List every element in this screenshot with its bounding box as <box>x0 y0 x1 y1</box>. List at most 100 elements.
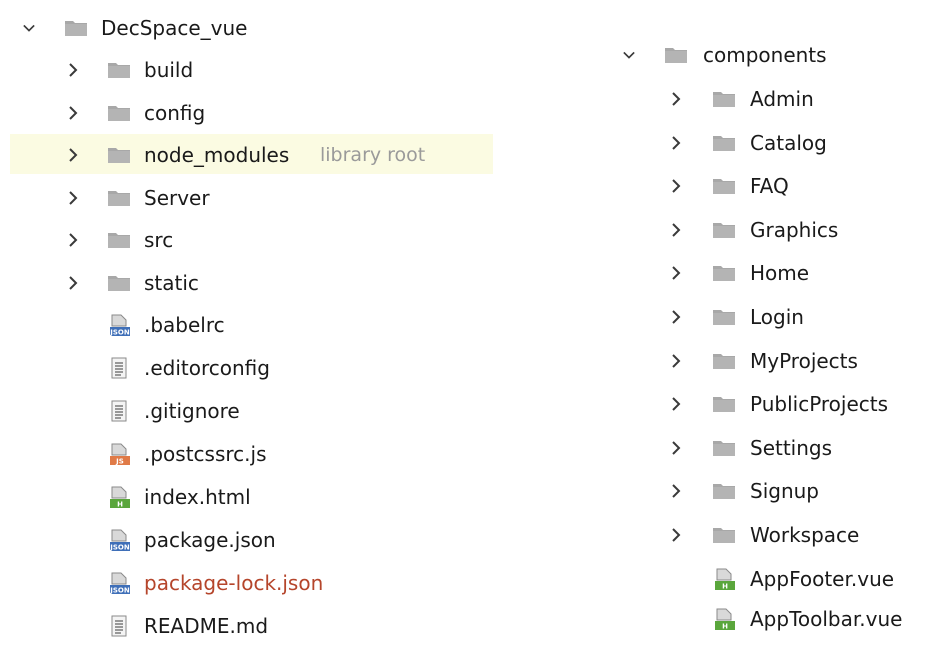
tree-folder-graphics[interactable]: Graphics <box>620 210 939 250</box>
tree-file[interactable]: .editorconfig <box>20 348 500 388</box>
svg-text:H: H <box>722 583 728 591</box>
vue-file-icon: H <box>712 567 736 591</box>
folder-label: Settings <box>750 435 833 460</box>
folder-icon <box>107 143 131 167</box>
chevron-right-icon[interactable] <box>670 397 682 411</box>
tree-folder-publicprojects[interactable]: PublicProjects <box>620 384 939 424</box>
folder-icon <box>107 101 131 125</box>
chevron-right-icon[interactable] <box>67 190 79 205</box>
file-label: package-lock.json <box>144 571 324 595</box>
folder-label: PublicProjects <box>750 392 889 417</box>
tree-file[interactable]: JS .postcssrc.js <box>20 434 500 474</box>
tree-folder-home[interactable]: Home <box>620 253 939 293</box>
tree-folder-server[interactable]: Server <box>20 178 500 218</box>
tree-file[interactable]: JSON .babelrc <box>20 305 500 345</box>
json-file-icon: JSON <box>107 571 131 595</box>
file-label: package.json <box>144 528 276 552</box>
tree-root-components[interactable]: components <box>620 35 939 75</box>
tree-folder-settings[interactable]: Settings <box>620 428 939 468</box>
chevron-right-icon[interactable] <box>670 484 682 499</box>
tree-file[interactable]: H index.html <box>20 477 500 517</box>
folder-icon <box>107 58 131 82</box>
chevron-right-icon[interactable] <box>67 148 79 162</box>
chevron-right-icon[interactable] <box>67 105 79 120</box>
folder-label: Server <box>144 185 210 210</box>
folder-label: static <box>144 270 199 295</box>
folder-icon <box>712 261 736 285</box>
chevron-right-icon[interactable] <box>670 135 682 150</box>
folder-label: node_modules <box>144 143 290 167</box>
root-folder-label: DecSpace_vue <box>101 16 248 40</box>
chevron-right-icon[interactable] <box>670 310 682 324</box>
tree-file[interactable]: H AppToolbar.vue <box>620 599 939 639</box>
chevron-down-icon[interactable] <box>623 49 635 61</box>
folder-icon <box>712 436 736 460</box>
svg-text:JSON: JSON <box>109 329 130 337</box>
folder-label: Graphics <box>750 217 839 242</box>
tree-folder-faq[interactable]: FAQ <box>620 166 939 206</box>
tree-folder-build[interactable]: build <box>20 50 500 90</box>
folder-icon <box>712 523 736 547</box>
tree-file[interactable]: .gitignore <box>20 391 500 431</box>
folder-label: Admin <box>750 87 814 111</box>
tree-folder-src[interactable]: src <box>20 220 500 260</box>
text-file-icon <box>107 356 131 380</box>
text-file-icon <box>107 399 131 423</box>
chevron-right-icon[interactable] <box>670 92 682 106</box>
tree-root-decspace[interactable]: DecSpace_vue <box>20 8 500 48</box>
folder-label: src <box>144 228 174 252</box>
chevron-right-icon[interactable] <box>67 233 79 247</box>
html-file-icon: H <box>107 485 131 509</box>
tree-file[interactable]: README.md <box>20 606 500 646</box>
tree-folder-static[interactable]: static <box>20 263 500 303</box>
vue-file-icon: H <box>712 607 736 631</box>
chevron-right-icon[interactable] <box>67 63 79 77</box>
tree-folder-workspace[interactable]: Workspace <box>620 515 939 555</box>
tree-folder-myprojects[interactable]: MyProjects <box>620 341 939 381</box>
folder-icon <box>712 174 736 198</box>
folder-label: Catalog <box>750 130 827 155</box>
folder-label: FAQ <box>750 174 789 199</box>
chevron-down-icon[interactable] <box>23 22 35 34</box>
tree-file[interactable]: H AppFooter.vue <box>620 559 939 599</box>
tree-folder-signup[interactable]: Signup <box>620 471 939 511</box>
file-label: .editorconfig <box>144 356 270 380</box>
root-folder-label: components <box>703 43 827 67</box>
chevron-right-icon[interactable] <box>670 441 682 455</box>
text-file-icon <box>107 614 131 638</box>
tree-folder-catalog[interactable]: Catalog <box>620 123 939 163</box>
chevron-right-icon[interactable] <box>670 353 682 368</box>
tree-folder-login[interactable]: Login <box>620 297 939 337</box>
tree-file[interactable]: JSON package-lock.json <box>20 563 500 603</box>
file-label: .babelrc <box>144 313 225 337</box>
folder-icon <box>712 349 736 373</box>
file-label: AppFooter.vue <box>750 567 895 591</box>
chevron-right-icon[interactable] <box>670 179 682 193</box>
tree-folder-config[interactable]: config <box>20 93 500 133</box>
folder-icon <box>712 131 736 155</box>
json-file-icon: JSON <box>107 528 131 552</box>
svg-text:JSON: JSON <box>109 587 130 595</box>
chevron-right-icon[interactable] <box>670 528 682 542</box>
chevron-right-icon[interactable] <box>670 266 682 281</box>
tree-folder-admin[interactable]: Admin <box>620 79 939 119</box>
svg-text:JSON: JSON <box>109 544 130 552</box>
folder-icon <box>712 479 736 503</box>
folder-icon <box>107 271 131 295</box>
folder-icon <box>64 16 88 40</box>
file-label: README.md <box>144 614 269 638</box>
chevron-right-icon[interactable] <box>670 223 682 237</box>
json-file-icon: JSON <box>107 313 131 337</box>
file-label: .postcssrc.js <box>144 442 267 466</box>
folder-icon <box>107 186 131 210</box>
tree-folder-node_modules[interactable]: node_modules library root <box>20 135 500 175</box>
chevron-right-icon[interactable] <box>67 275 79 290</box>
tree-file[interactable]: JSON package.json <box>20 520 500 560</box>
folder-icon <box>712 392 736 416</box>
js-file-icon: JS <box>107 442 131 466</box>
folder-icon <box>664 43 688 67</box>
svg-text:H: H <box>117 501 123 509</box>
file-label: AppToolbar.vue <box>750 607 903 631</box>
folder-icon <box>712 218 736 242</box>
file-label: index.html <box>144 485 251 509</box>
